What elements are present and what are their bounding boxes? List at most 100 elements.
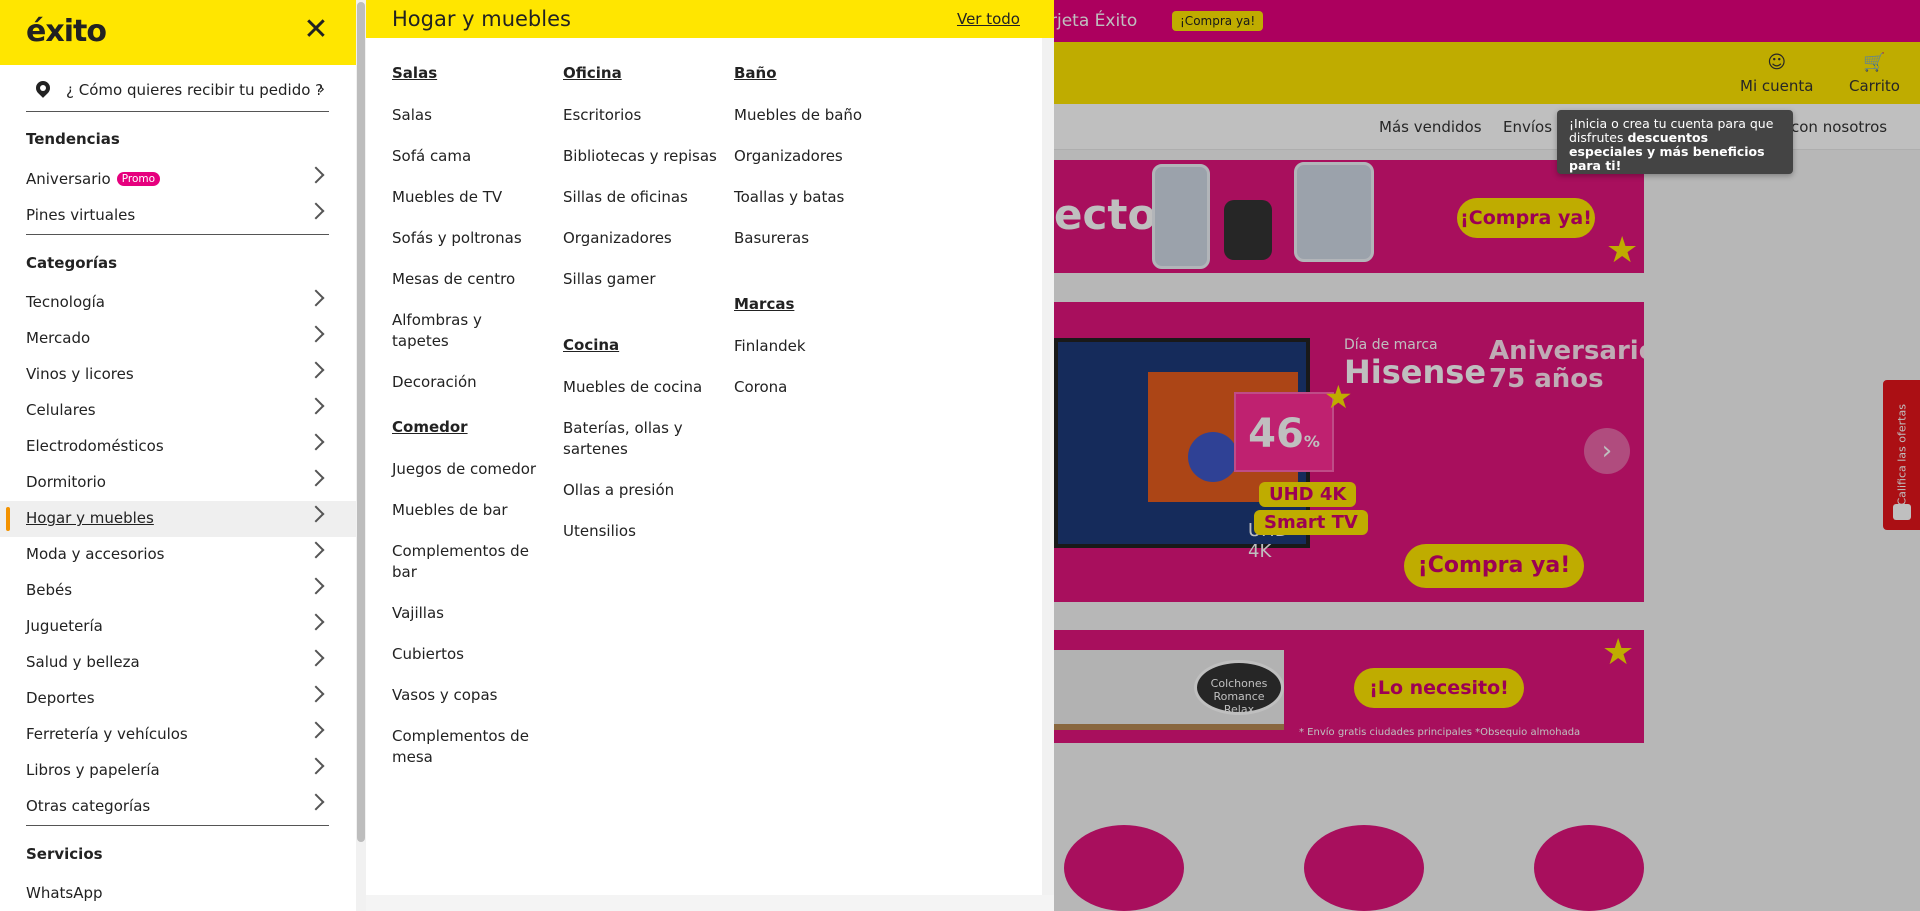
panel-heading-comedor[interactable]: Comedor (392, 418, 468, 436)
drawer-item-label: Ferretería y vehículos (26, 725, 188, 743)
drawer-item-label: Pines virtuales (26, 206, 136, 224)
exito-logo[interactable]: éxito (26, 14, 107, 49)
drawer-item-label: Celulares (26, 401, 96, 419)
panel-header: Hogar y muebles Ver todo (366, 0, 1054, 38)
ver-todo-link[interactable]: Ver todo (957, 10, 1020, 28)
delivery-selector[interactable]: ¿ Cómo quieres recibir tu pedido ? › (26, 72, 329, 112)
chevron-right-icon (307, 577, 325, 595)
drawer-header: éxito ✕ (0, 0, 356, 65)
drawer-item-category[interactable]: Moda y accesorios (0, 537, 356, 573)
drawer-item-label: Tecnología (26, 293, 105, 311)
drawer-item-category[interactable]: Vinos y licores (0, 357, 356, 393)
drawer-item-label: Electrodomésticos (26, 437, 164, 455)
panel-link[interactable]: Vajillas (392, 603, 542, 624)
drawer-item-category[interactable]: Bebés (0, 573, 356, 609)
panel-link[interactable]: Baterías, ollas y sartenes (563, 418, 703, 460)
panel-link[interactable]: Muebles de cocina (563, 377, 703, 398)
drawer-item-label: Libros y papelería (26, 761, 160, 779)
panel-heading-bano[interactable]: Baño (734, 64, 777, 82)
close-icon[interactable]: ✕ (301, 15, 331, 46)
divider (26, 234, 329, 235)
panel-link[interactable]: Salas (392, 105, 542, 126)
panel-scrollbar[interactable] (1042, 38, 1054, 895)
panel-heading-oficina[interactable]: Oficina (563, 64, 622, 82)
panel-link[interactable]: Juegos de comedor (392, 459, 542, 480)
drawer-item-label: Moda y accesorios (26, 545, 165, 563)
drawer-item-category[interactable]: Ferretería y vehículos (0, 717, 356, 753)
drawer-item-category[interactable]: Celulares (0, 393, 356, 429)
panel-heading-marcas[interactable]: Marcas (734, 295, 794, 313)
chevron-right-icon (307, 325, 325, 343)
divider (26, 825, 329, 826)
drawer-item-category[interactable]: Hogar y muebles (0, 501, 356, 537)
scrollbar-thumb[interactable] (357, 2, 365, 842)
chevron-right-icon (307, 202, 325, 220)
account-tooltip: ¡Inicia o crea tu cuenta para que disfru… (1557, 110, 1793, 174)
drawer-item-category[interactable]: Electrodomésticos (0, 429, 356, 465)
chevron-right-icon (307, 469, 325, 487)
chevron-right-icon (307, 793, 325, 811)
chevron-right-icon (307, 721, 325, 739)
panel-link[interactable]: Organizadores (563, 228, 723, 249)
panel-link[interactable]: Complementos de bar (392, 541, 542, 583)
drawer-item-label: Hogar y muebles (26, 509, 154, 527)
drawer-item-category[interactable]: Otras categorías (0, 789, 356, 825)
panel-link[interactable]: Cubiertos (392, 644, 542, 665)
drawer-item-label: Mercado (26, 329, 91, 347)
panel-link[interactable]: Muebles de TV (392, 187, 542, 208)
drawer-item-pines-virtuales[interactable]: Pines virtuales (0, 198, 356, 234)
drawer-item-category[interactable]: Tecnología (0, 285, 356, 321)
drawer-item-category[interactable]: Dormitorio (0, 465, 356, 501)
drawer-item-category[interactable]: Deportes (0, 681, 356, 717)
drawer-scrollbar[interactable] (356, 0, 366, 911)
section-title-tendencias: Tendencias (26, 130, 120, 148)
panel-link[interactable]: Corona (734, 377, 894, 398)
panel-heading-salas[interactable]: Salas (392, 64, 437, 82)
panel-link[interactable]: Toallas y batas (734, 187, 894, 208)
subcategory-panel: Hogar y muebles Ver todo Salas Salas Sofá … (366, 0, 1054, 911)
panel-link[interactable]: Bibliotecas y repisas (563, 146, 723, 167)
drawer-item-label: WhatsApp (26, 884, 103, 902)
panel-link[interactable]: Utensilios (563, 521, 703, 542)
panel-link[interactable]: Basureras (734, 228, 894, 249)
section-title-categorias: Categorías (26, 254, 118, 272)
chevron-right-icon (307, 685, 325, 703)
drawer-item-category[interactable]: Libros y papelería (0, 753, 356, 789)
panel-link[interactable]: Vasos y copas (392, 685, 542, 706)
chevron-right-icon: › (318, 79, 325, 98)
panel-link[interactable]: Sofás y poltronas (392, 228, 542, 249)
panel-link[interactable]: Organizadores (734, 146, 894, 167)
panel-link[interactable]: Sofá cama (392, 146, 542, 167)
panel-link[interactable]: Escritorios (563, 105, 723, 126)
drawer-item-label: Otras categorías (26, 797, 151, 815)
drawer-item-category[interactable]: Mercado (0, 321, 356, 357)
chevron-right-icon (307, 613, 325, 631)
drawer-item-label: Salud y belleza (26, 653, 140, 671)
panel-content: Salas Salas Sofá cama Muebles de TV Sofás y … (366, 38, 1042, 895)
drawer-item-label: Juguetería (26, 617, 103, 635)
panel-link[interactable]: Mesas de centro (392, 269, 542, 290)
drawer-item-aniversario[interactable]: Aniversario Promo (0, 162, 356, 198)
drawer-item-label: Vinos y licores (26, 365, 134, 383)
panel-link[interactable]: Sillas gamer (563, 269, 723, 290)
panel-link[interactable]: Alfombras y tapetes (392, 310, 542, 352)
chevron-right-icon (307, 541, 325, 559)
category-drawer: éxito ✕ ¿ Cómo quieres recibir tu pedido… (0, 0, 356, 911)
panel-link[interactable]: Muebles de bar (392, 500, 542, 521)
chevron-right-icon (307, 757, 325, 775)
panel-heading-cocina[interactable]: Cocina (563, 336, 619, 354)
promo-badge: Promo (116, 172, 161, 186)
panel-link[interactable]: Complementos de mesa (392, 726, 542, 768)
panel-link[interactable]: Muebles de baño (734, 105, 894, 126)
drawer-item-category[interactable]: Juguetería (0, 609, 356, 645)
drawer-item-whatsapp[interactable]: WhatsApp (0, 876, 356, 911)
panel-link[interactable]: Ollas a presión (563, 480, 703, 501)
location-pin-icon (33, 78, 53, 98)
delivery-label: ¿ Cómo quieres recibir tu pedido ? (66, 81, 324, 99)
panel-link[interactable]: Sillas de oficinas (563, 187, 723, 208)
active-indicator (6, 507, 10, 531)
drawer-item-category[interactable]: Salud y belleza (0, 645, 356, 681)
panel-link[interactable]: Finlandek (734, 336, 894, 357)
chevron-right-icon (307, 649, 325, 667)
panel-link[interactable]: Decoración (392, 372, 542, 393)
